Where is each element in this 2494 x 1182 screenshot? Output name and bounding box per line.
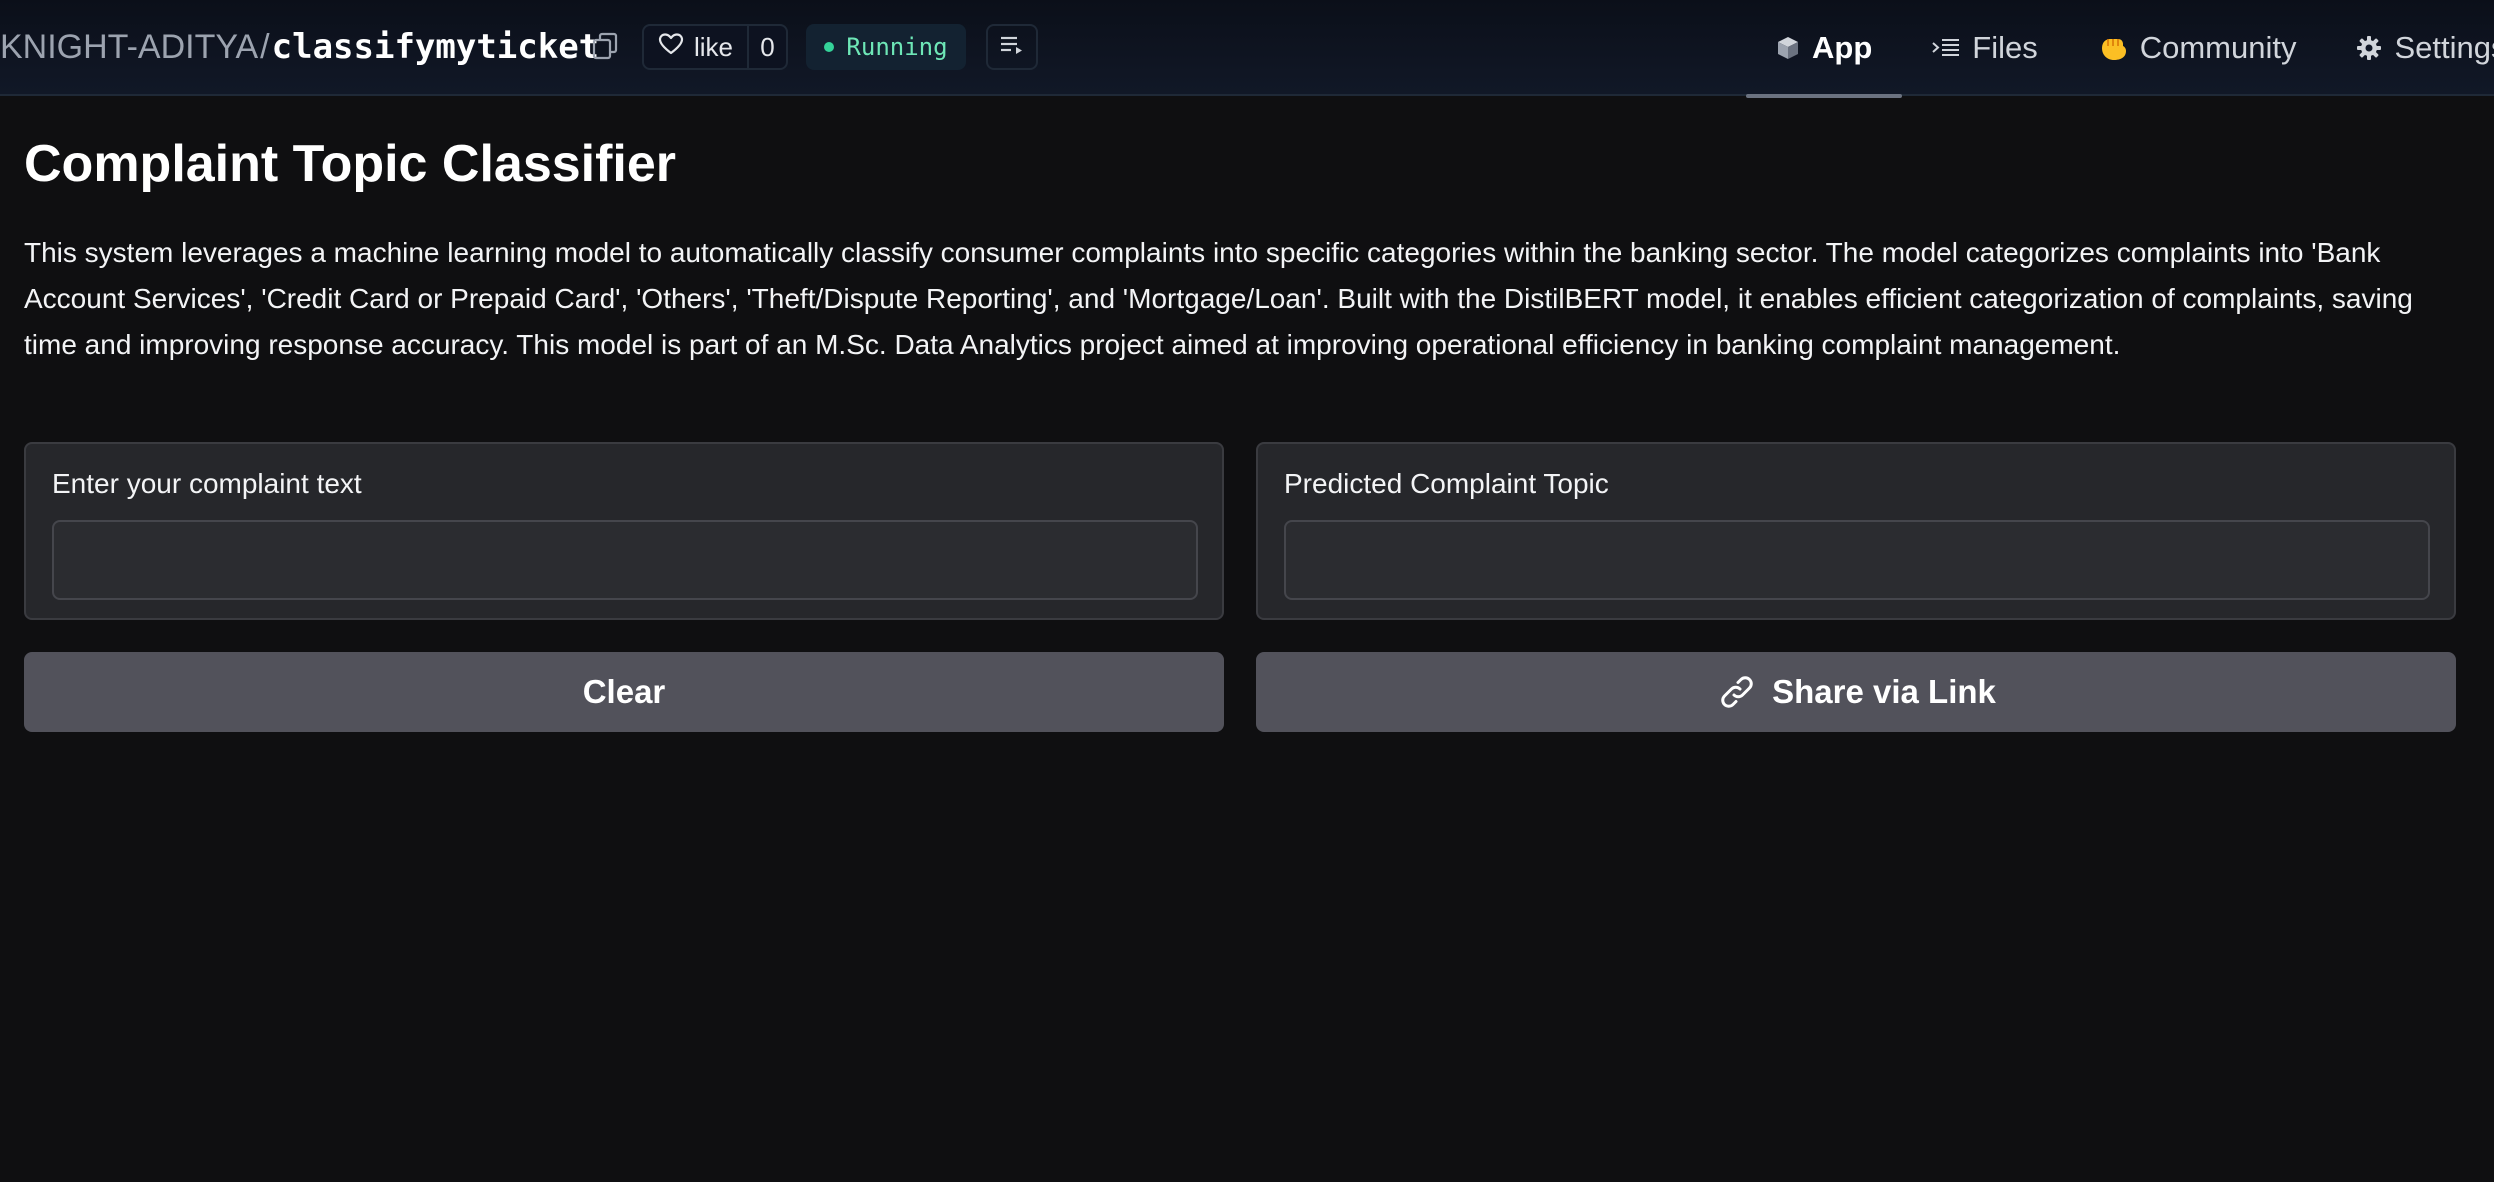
top-header-bar: KNIGHT-ADITYA / classifymyticket like 0 … bbox=[0, 0, 2494, 98]
status-text: Running bbox=[846, 33, 948, 61]
complaint-input-label: Enter your complaint text bbox=[52, 468, 362, 499]
complaint-text-input[interactable] bbox=[52, 520, 1198, 600]
repo-breadcrumb: KNIGHT-ADITYA / classifymyticket bbox=[0, 22, 599, 72]
share-via-link-button[interactable]: Share via Link bbox=[1256, 652, 2456, 732]
like-label: like bbox=[694, 31, 734, 62]
like-count[interactable]: 0 bbox=[749, 32, 786, 63]
tab-files-label: Files bbox=[1972, 30, 2038, 65]
clear-button[interactable]: Clear bbox=[24, 652, 1224, 732]
like-button[interactable]: like bbox=[644, 26, 750, 68]
tab-settings[interactable]: Settings bbox=[2326, 0, 2494, 96]
tab-files[interactable]: Files bbox=[1902, 0, 2067, 96]
status-badge[interactable]: Running bbox=[806, 24, 966, 70]
tab-app-label: App bbox=[1812, 30, 1873, 65]
cube-icon bbox=[1776, 35, 1800, 61]
page-title: Complaint Topic Classifier bbox=[24, 135, 677, 193]
link-icon bbox=[1716, 671, 1758, 713]
tab-settings-label: Settings bbox=[2394, 30, 2494, 65]
predicted-topic-label: Predicted Complaint Topic bbox=[1284, 468, 1609, 499]
logs-button[interactable] bbox=[986, 24, 1038, 70]
tab-community-label: Community bbox=[2139, 30, 2297, 65]
predicted-topic-panel: Predicted Complaint Topic bbox=[1256, 442, 2456, 620]
copy-icon[interactable] bbox=[592, 32, 620, 62]
repo-name-link[interactable]: classifymyticket bbox=[272, 27, 600, 67]
clear-button-label: Clear bbox=[582, 673, 666, 710]
repo-separator: / bbox=[260, 27, 270, 66]
status-dot-icon bbox=[824, 42, 835, 52]
page-description: This system leverages a machine learning… bbox=[24, 237, 2413, 360]
complaint-input-panel: Enter your complaint text bbox=[24, 442, 1224, 620]
space-nav: App Files Community Setting bbox=[1746, 0, 2494, 98]
tab-app[interactable]: App bbox=[1746, 0, 1903, 98]
repo-owner-link[interactable]: KNIGHT-ADITYA bbox=[0, 28, 258, 67]
like-group: like 0 bbox=[642, 24, 788, 70]
hand-icon bbox=[2098, 34, 2128, 62]
share-button-label: Share via Link bbox=[1772, 673, 1996, 710]
heart-icon bbox=[658, 32, 684, 63]
tab-community[interactable]: Community bbox=[2068, 0, 2327, 96]
predicted-topic-output[interactable] bbox=[1284, 520, 2430, 600]
files-icon bbox=[1932, 37, 1960, 59]
logs-icon bbox=[999, 34, 1025, 61]
gear-icon bbox=[2356, 35, 2382, 61]
